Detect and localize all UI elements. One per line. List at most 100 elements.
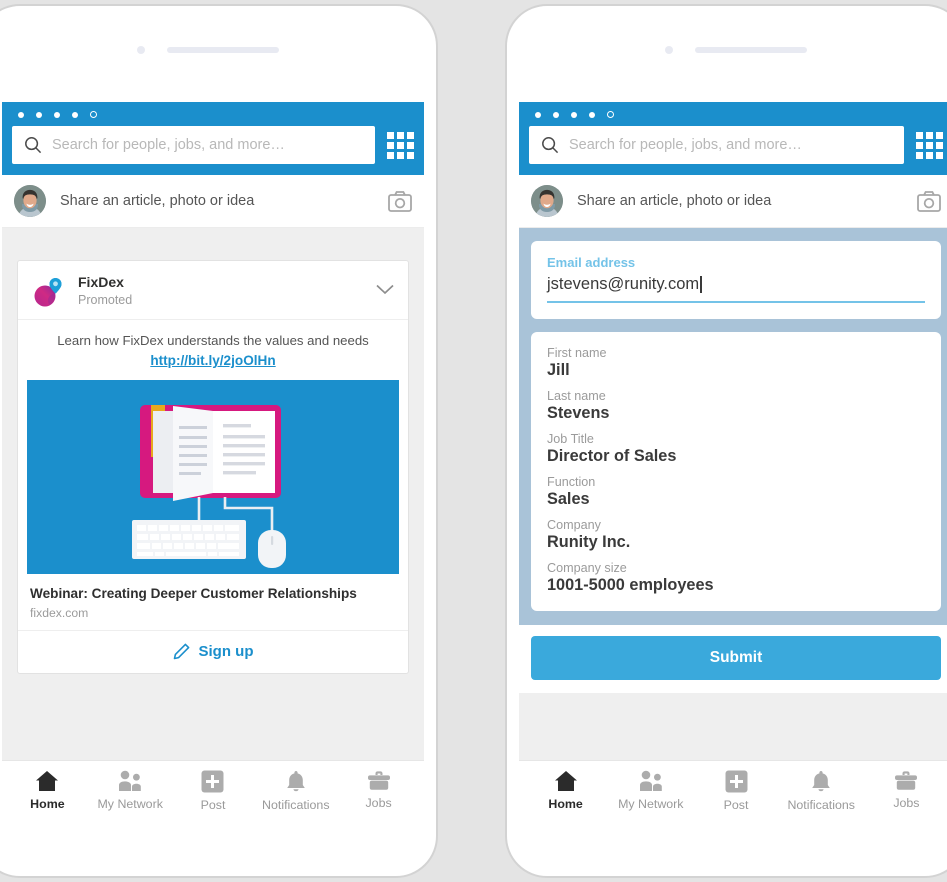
app-screen-left: Search for people, jobs, and more… Share… (2, 102, 424, 820)
app-header-right: Search for people, jobs, and more… (519, 102, 947, 175)
search-placeholder: Search for people, jobs, and more… (569, 137, 802, 153)
front-camera-icon (665, 46, 673, 54)
feed-gap (2, 228, 424, 250)
phone-left: Search for people, jobs, and more… Share… (0, 4, 438, 878)
ad-creative-image[interactable] (27, 380, 399, 575)
nav-item-notifications[interactable]: Notifications (254, 770, 337, 812)
status-dot (54, 111, 60, 118)
email-field-card[interactable]: Email address jstevens@runity.com (531, 241, 941, 319)
nav-item-home[interactable]: Home (6, 770, 89, 812)
front-camera-icon (137, 46, 145, 54)
ad-link[interactable]: http://bit.ly/2joOlHn (30, 353, 396, 368)
people-icon (119, 770, 141, 791)
camera-icon[interactable] (917, 190, 941, 212)
first-name-label: First name (547, 346, 607, 360)
company-size-value[interactable]: 1001-5000 employees (547, 576, 925, 595)
search-icon (542, 137, 559, 154)
share-box-left[interactable]: Share an article, photo or idea (2, 175, 424, 228)
avatar[interactable] (531, 185, 563, 217)
plus-square-icon (725, 770, 747, 793)
nav-label-home: Home (548, 797, 583, 811)
app-screen-right: Search for people, jobs, and more… Share… (519, 102, 947, 820)
company-label: Company (547, 518, 601, 532)
fixdex-logo-icon (32, 274, 66, 308)
last-name-value[interactable]: Stevens (547, 404, 925, 423)
pencil-icon (173, 643, 189, 660)
home-icon (554, 771, 577, 791)
earpiece-speaker (695, 47, 807, 53)
avatar-photo (531, 185, 563, 217)
email-field[interactable]: jstevens@runity.com (547, 270, 925, 303)
ad-copy-block: Learn how FixDex understands the values … (18, 319, 408, 380)
status-dot (571, 111, 577, 118)
header-row-left: Search for people, jobs, and more… (12, 126, 414, 164)
status-dot (535, 111, 541, 118)
search-input[interactable]: Search for people, jobs, and more… (529, 126, 904, 164)
first-name-value[interactable]: Jill (547, 361, 925, 380)
screen-gap-right (519, 693, 947, 760)
nav-item-my-network[interactable]: My Network (608, 770, 693, 812)
nav-label-post: Post (200, 798, 226, 812)
email-field-value: jstevens@runity.com (547, 275, 700, 293)
company-value[interactable]: Runity Inc. (547, 533, 925, 552)
nav-label-home: Home (30, 797, 65, 811)
home-icon (36, 771, 59, 791)
status-dot (607, 111, 614, 118)
nav-label-my-network: My Network (97, 797, 163, 811)
briefcase-icon (367, 771, 390, 790)
share-box-right[interactable]: Share an article, photo or idea (519, 175, 947, 228)
nav-item-notifications[interactable]: Notifications (779, 770, 864, 812)
phone-left-notch (0, 46, 436, 54)
nav-item-jobs[interactable]: Jobs (864, 770, 947, 812)
company-size-label: Company size (547, 561, 627, 575)
phone-right: Search for people, jobs, and more… Share… (505, 4, 947, 878)
ad-header: FixDex Promoted (18, 261, 408, 319)
sponsored-ad-card[interactable]: FixDex Promoted Learn how FixDex underst… (17, 260, 409, 674)
submit-area: Submit (519, 625, 947, 693)
briefcase-icon (895, 771, 918, 790)
app-header-left: Search for people, jobs, and more… (2, 102, 424, 175)
open-book-keyboard-mouse-illustration (27, 380, 399, 575)
nav-item-post[interactable]: Post (693, 770, 778, 812)
lead-gen-form-overlay: Email address jstevens@runity.com First … (519, 228, 947, 625)
nav-label-jobs: Jobs (893, 796, 920, 810)
search-placeholder: Search for people, jobs, and more… (52, 137, 285, 153)
function-label: Function (547, 475, 596, 489)
status-dot (18, 111, 24, 118)
function-value[interactable]: Sales (547, 490, 925, 509)
earpiece-speaker (167, 47, 279, 53)
nav-item-my-network[interactable]: My Network (89, 770, 172, 812)
nav-item-post[interactable]: Post (172, 770, 255, 812)
avatar-photo (14, 185, 46, 217)
ad-copy-text: Learn how FixDex understands the values … (57, 333, 369, 348)
job-title-value[interactable]: Director of Sales (547, 447, 925, 466)
last-name-label: Last name (547, 389, 606, 403)
nav-item-home[interactable]: Home (523, 770, 608, 812)
ad-promoted-label: Promoted (78, 292, 133, 307)
dual-phone-mockup: Search for people, jobs, and more… Share… (0, 0, 947, 882)
apps-grid-icon[interactable] (916, 131, 943, 159)
status-dot (553, 111, 559, 118)
status-dot (589, 111, 595, 118)
nav-item-jobs[interactable]: Jobs (337, 770, 420, 812)
status-dot (36, 111, 42, 118)
ad-signup-button[interactable]: Sign up (18, 629, 408, 673)
prefilled-fields-card[interactable]: First name Jill Last name Stevens Job Ti… (531, 332, 941, 611)
status-dot (72, 111, 78, 118)
bottom-nav-right: Home My Network Post Notifications Jobs (519, 760, 947, 820)
avatar[interactable] (14, 185, 46, 217)
chevron-down-icon[interactable] (376, 283, 394, 299)
submit-button[interactable]: Submit (531, 636, 941, 680)
job-title-label: Job Title (547, 432, 594, 446)
camera-icon[interactable] (388, 190, 412, 212)
ad-advertiser-block: FixDex Promoted (78, 274, 132, 308)
search-input[interactable]: Search for people, jobs, and more… (12, 126, 375, 164)
bottom-nav-left: Home My Network Post Notifications Jobs (2, 760, 424, 820)
apps-grid-icon[interactable] (387, 131, 414, 159)
nav-label-notifications: Notifications (262, 798, 330, 812)
ad-title: Webinar: Creating Deeper Customer Relati… (30, 586, 357, 602)
nav-label-jobs: Jobs (365, 796, 392, 810)
ad-footer: Webinar: Creating Deeper Customer Relati… (18, 574, 408, 630)
plus-square-icon (201, 770, 224, 793)
status-dots-left (12, 102, 414, 126)
